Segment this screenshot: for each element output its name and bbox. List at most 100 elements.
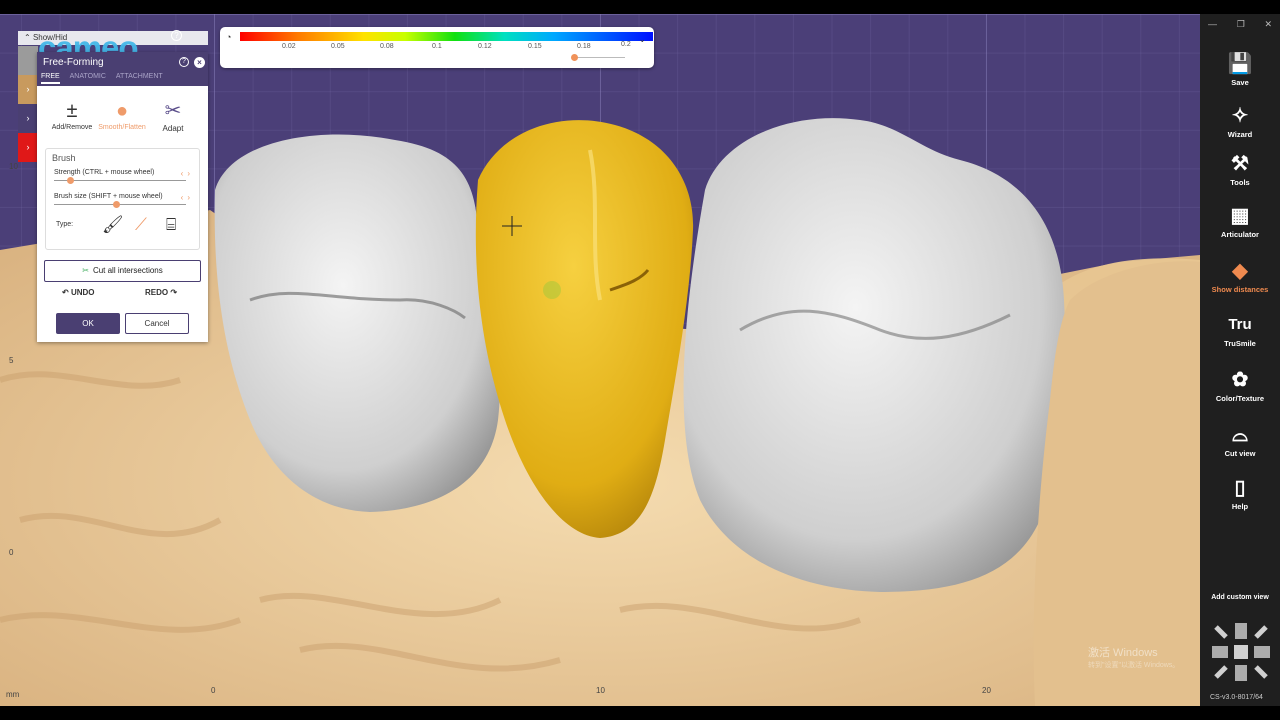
gauge-icon[interactable]: ◔ — [226, 32, 231, 42]
window-controls: — ❐ ✕ — [1208, 19, 1272, 30]
strength-slider[interactable]: Strength (CTRL + mouse wheel) ‹› — [54, 169, 194, 185]
color-gradient-bar — [240, 32, 653, 41]
cancel-button[interactable]: Cancel — [125, 313, 189, 334]
adapt-button[interactable]: ✂ Adapt — [147, 98, 199, 133]
tools-icon: ⚒ — [1231, 153, 1249, 175]
cylinder-icon[interactable]: ⌸ — [166, 215, 176, 235]
add-custom-view-button[interactable]: Add custom view — [1200, 594, 1280, 601]
restore-icon[interactable]: ❐ — [1237, 19, 1245, 30]
save-button[interactable]: 💾 Save — [1200, 50, 1280, 87]
adapt-icon: ✂ — [164, 100, 182, 122]
object-item[interactable] — [18, 46, 38, 75]
stepper-arrows-icon[interactable]: ‹› — [181, 193, 194, 202]
save-icon: 💾 — [1227, 53, 1253, 75]
color-texture-icon: ✿ — [1231, 369, 1249, 391]
panel-header: Free-Forming ? × FREE ANATOMIC ATTACHMEN… — [37, 52, 208, 86]
tool-label: Smooth/Flatten — [98, 124, 146, 131]
tools-button[interactable]: ⚒ Tools — [1200, 150, 1280, 187]
tab-anatomic[interactable]: ANATOMIC — [70, 73, 106, 82]
brush-title: Brush — [52, 153, 76, 163]
ruler-unit: mm — [6, 690, 20, 699]
undo-icon: ↶ — [62, 288, 71, 297]
show-distances-button[interactable]: ◆ Show distances — [1200, 257, 1280, 294]
help-icon[interactable]: ? — [171, 30, 182, 41]
ok-button[interactable]: OK — [56, 313, 120, 334]
undo-label: UNDO — [70, 288, 95, 297]
view-cube-navigator[interactable] — [1208, 619, 1274, 685]
tick-label: 0.02 — [282, 43, 296, 50]
top-bar — [0, 0, 1280, 14]
tick-label: 0.18 — [577, 43, 591, 50]
panel-title: Free-Forming — [43, 57, 104, 68]
droplet-icon: ● — [115, 100, 129, 122]
wizard-label: Wizard — [1227, 130, 1253, 139]
show-distances-icon: ◆ — [1232, 260, 1248, 282]
object-item[interactable]: › — [18, 75, 38, 104]
wizard-icon: ✧ — [1231, 105, 1249, 127]
undo-button[interactable]: ↶ UNDO — [62, 288, 95, 297]
tooth-right — [683, 118, 1065, 592]
tick-label: 0.08 — [380, 43, 394, 50]
cut-label: Cut all intersections — [92, 266, 163, 275]
slider-thumb[interactable] — [113, 201, 121, 208]
tick-label: 0.05 — [331, 43, 345, 50]
slider-thumb[interactable] — [66, 177, 74, 184]
add-remove-button[interactable]: ± Add/Remove — [46, 98, 98, 131]
trusmile-button[interactable]: Tru TruSmile — [1200, 311, 1280, 348]
tick-label: 0.15 — [528, 43, 542, 50]
bottom-bar — [0, 706, 1280, 720]
tick-label: 0.12 — [478, 43, 492, 50]
cut-view-label: Cut view — [1224, 449, 1256, 458]
ruler-label: 5 — [9, 356, 14, 365]
trusmile-label: TruSmile — [1224, 339, 1256, 348]
right-toolbar: — ❐ ✕ 💾 Save ✧ Wizard ⚒ Tools ▦ Articula… — [1200, 14, 1280, 706]
chevron-down-icon[interactable]: ⌄ — [638, 34, 646, 45]
tick-label: 0.1 — [432, 43, 442, 50]
minimize-icon[interactable]: — — [1208, 19, 1217, 30]
trusmile-icon: Tru — [1228, 316, 1252, 333]
articulator-label: Articulator — [1221, 230, 1259, 239]
type-label: Type: — [56, 221, 74, 228]
brush-size-slider[interactable]: Brush size (SHIFT + mouse wheel) ‹› — [54, 193, 194, 209]
redo-icon: ↷ — [168, 288, 178, 297]
redo-button[interactable]: REDO ↷ — [145, 288, 177, 297]
stepper-arrows-icon[interactable]: ‹› — [181, 169, 194, 178]
help-button[interactable]: ▯ Help — [1200, 474, 1280, 511]
add-remove-icon: ± — [66, 100, 78, 122]
articulator-button[interactable]: ▦ Articulator — [1200, 202, 1280, 239]
brush-icon[interactable]: ⟋ — [135, 215, 147, 235]
smooth-flatten-button[interactable]: ● Smooth/Flatten — [96, 98, 148, 131]
help-icon[interactable]: ? — [179, 57, 189, 67]
threshold-slider-thumb[interactable] — [571, 54, 578, 61]
help-book-icon: ▯ — [1234, 477, 1246, 499]
distance-color-scale[interactable]: ◔ 0.02 0.05 0.08 0.1 0.12 0.15 0.18 0.2 … — [220, 27, 654, 68]
brush-size-label: Brush size (SHIFT + mouse wheel) — [54, 193, 163, 200]
redo-label: REDO — [145, 288, 169, 297]
ruler-label: 0 — [211, 686, 216, 695]
ruler-label: 10 — [596, 686, 605, 695]
windows-activation-hint: 转到"设置"以激活 Windows。 — [1088, 662, 1180, 669]
ruler-label: 10 — [9, 162, 18, 171]
close-icon[interactable]: ✕ — [1264, 19, 1272, 30]
show-distances-label: Show distances — [1211, 285, 1269, 294]
save-label: Save — [1231, 78, 1249, 87]
cut-all-intersections-button[interactable]: ✂ Cut all intersections — [44, 260, 201, 282]
tool-label: Adapt — [162, 124, 184, 133]
help-label: Help — [1231, 502, 1249, 511]
paint-brush-icon[interactable]: 🖌 — [102, 215, 124, 235]
tab-attachment[interactable]: ATTACHMENT — [116, 73, 163, 82]
tab-free[interactable]: FREE — [41, 73, 60, 84]
wizard-button[interactable]: ✧ Wizard — [1200, 102, 1280, 139]
mode-tabs: FREE ANATOMIC ATTACHMENT — [41, 73, 171, 84]
tool-selector: ± Add/Remove ● Smooth/Flatten ✂ Adapt — [37, 98, 208, 138]
object-item[interactable]: › — [18, 104, 38, 133]
brush-settings: Brush Strength (CTRL + mouse wheel) ‹› B… — [45, 148, 200, 250]
close-icon[interactable]: × — [194, 57, 205, 68]
threshold-slider-track[interactable] — [573, 57, 625, 58]
color-texture-button[interactable]: ✿ Color/Texture — [1200, 366, 1280, 403]
crosshair-cursor — [502, 216, 522, 236]
cut-view-button[interactable]: ⌓ Cut view — [1200, 421, 1280, 458]
strength-label: Strength (CTRL + mouse wheel) — [54, 169, 155, 176]
free-forming-panel: Free-Forming ? × FREE ANATOMIC ATTACHMEN… — [37, 52, 208, 342]
object-item[interactable]: › — [18, 133, 38, 162]
